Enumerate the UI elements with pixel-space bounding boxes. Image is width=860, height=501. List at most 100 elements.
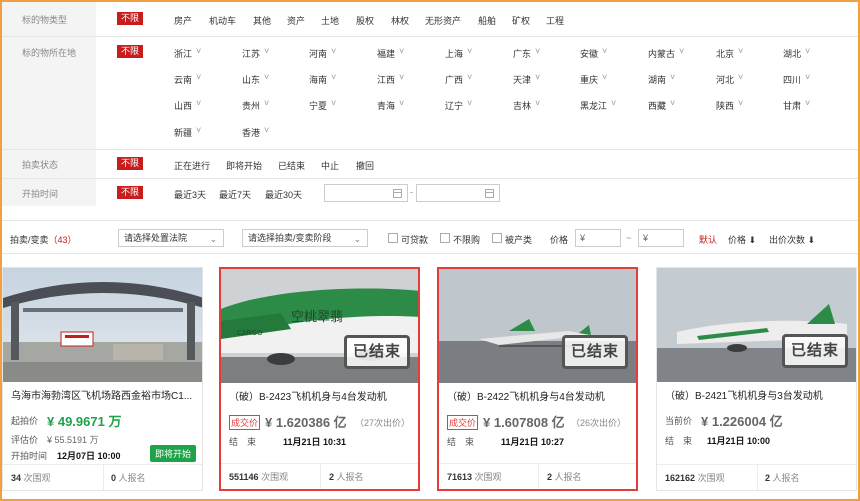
location-option[interactable]: 甘肃 xyxy=(783,99,801,112)
chevron-down-icon: ˅ xyxy=(196,46,202,56)
sort-bids[interactable]: 出价次数 ⬇ xyxy=(769,233,815,246)
filter-time-all[interactable]: 不限 xyxy=(117,186,144,199)
filter-status-option[interactable]: 即将开始 xyxy=(226,159,262,172)
chevron-down-icon: ˅ xyxy=(535,72,541,82)
location-option[interactable]: 湖北 xyxy=(783,47,801,60)
sort-price[interactable]: 价格 ⬇ xyxy=(728,233,756,246)
location-option[interactable]: 江西 xyxy=(377,73,395,86)
filter-type-option[interactable]: 无形资产 xyxy=(425,14,461,27)
item-photo: 已结束 xyxy=(657,268,856,382)
filter-time-option[interactable]: 最近7天 xyxy=(219,188,251,201)
location-option[interactable]: 香港 xyxy=(242,126,260,139)
card-title[interactable]: （破）B-2422飞机机身与4台发动机 xyxy=(447,388,633,403)
location-option[interactable]: 贵州 xyxy=(242,99,260,112)
location-option[interactable]: 河北 xyxy=(716,73,734,86)
location-option[interactable]: 河南 xyxy=(309,47,327,60)
location-option[interactable]: 内蒙古 xyxy=(648,47,675,60)
price-label: 成交价 xyxy=(229,415,261,430)
filter-type-option[interactable]: 资产 xyxy=(287,14,305,27)
location-option[interactable]: 青海 xyxy=(377,99,395,112)
location-option[interactable]: 云南 xyxy=(174,73,192,86)
filter-status-option[interactable]: 中止 xyxy=(321,159,339,172)
chevron-down-icon: ˅ xyxy=(670,98,676,108)
filter-status-option[interactable]: 已结束 xyxy=(278,159,305,172)
filter-type-option[interactable]: 股权 xyxy=(356,14,374,27)
chevron-down-icon: ⌄ xyxy=(209,234,217,244)
sort-default[interactable]: 默认 xyxy=(699,233,717,246)
sale-type-checkbox[interactable] xyxy=(492,233,502,243)
chevron-down-icon: ˅ xyxy=(196,72,202,82)
filter-time-option[interactable]: 最近30天 xyxy=(265,188,302,201)
calendar-icon xyxy=(393,189,402,198)
price-min-input[interactable]: ¥ xyxy=(575,229,621,247)
plane-tail-text: CARGO xyxy=(237,329,263,337)
signup-count: 2 人报名 xyxy=(547,472,582,482)
auction-card[interactable]: 乌海市海勃湾区飞机场路西金裕市场C1... 起拍价 ¥ 49.9671 万 评估… xyxy=(2,267,203,491)
court-select[interactable]: 请选择处置法院 ⌄ xyxy=(118,229,224,247)
card-footer: 34 次围观 0 人报名 xyxy=(3,464,202,490)
filter-type-option[interactable]: 船舶 xyxy=(478,14,496,27)
location-option[interactable]: 西藏 xyxy=(648,99,666,112)
auction-card[interactable]: 已结束 （破）B-2422飞机机身与4台发动机 成交价 ¥ 1.607808 亿… xyxy=(437,267,638,491)
chevron-down-icon: ˅ xyxy=(535,98,541,108)
signup-count: 2 人报名 xyxy=(329,472,364,482)
filter-type-all[interactable]: 不限 xyxy=(117,12,144,25)
price-max-input[interactable]: ¥ xyxy=(638,229,684,247)
filter-type-option[interactable]: 林权 xyxy=(391,14,409,27)
location-option[interactable]: 天津 xyxy=(513,73,531,86)
unlimited-checkbox[interactable] xyxy=(440,233,450,243)
start-date-input[interactable] xyxy=(324,184,408,202)
filter-type-option[interactable]: 工程 xyxy=(546,14,564,27)
card-title[interactable]: （破）B-2421飞机机身与3台发动机 xyxy=(665,387,851,402)
loan-checkbox[interactable] xyxy=(388,233,398,243)
location-option[interactable]: 宁夏 xyxy=(309,99,327,112)
stage-select[interactable]: 请选择拍卖/变卖阶段 ⌄ xyxy=(242,229,368,247)
location-option[interactable]: 上海 xyxy=(445,47,463,60)
chevron-down-icon: ˅ xyxy=(738,46,744,56)
chevron-down-icon: ˅ xyxy=(467,46,473,56)
location-option[interactable]: 黑龙江 xyxy=(580,99,607,112)
location-option[interactable]: 吉林 xyxy=(513,99,531,112)
filter-status-option[interactable]: 正在进行 xyxy=(174,159,210,172)
location-option[interactable]: 海南 xyxy=(309,73,327,86)
filter-type-option[interactable]: 房产 xyxy=(174,14,192,27)
end-date-input[interactable] xyxy=(416,184,500,202)
location-option[interactable]: 山东 xyxy=(242,73,260,86)
auction-card[interactable]: 已结束 （破）B-2421飞机机身与3台发动机 当前价 ¥ 1.226004 亿… xyxy=(656,267,857,491)
location-option[interactable]: 山西 xyxy=(174,99,192,112)
filter-status-option[interactable]: 撤回 xyxy=(356,159,374,172)
location-option[interactable]: 浙江 xyxy=(174,47,192,60)
item-photo: 空桃翠翡 CARGO 已结束 xyxy=(221,269,418,383)
filter-status-all[interactable]: 不限 xyxy=(117,157,144,170)
chevron-down-icon: ˅ xyxy=(264,72,270,82)
location-option[interactable]: 新疆 xyxy=(174,126,192,139)
location-option[interactable]: 四川 xyxy=(783,73,801,86)
location-option[interactable]: 安徽 xyxy=(580,47,598,60)
filter-type-option[interactable]: 机动车 xyxy=(209,14,236,27)
location-option[interactable]: 辽宁 xyxy=(445,99,463,112)
view-count: 551146 次围观 xyxy=(229,472,289,482)
location-option[interactable]: 福建 xyxy=(377,47,395,60)
location-option[interactable]: 陕西 xyxy=(716,99,734,112)
card-title[interactable]: 乌海市海勃湾区飞机场路西金裕市场C1... xyxy=(11,387,197,402)
filter-type-option[interactable]: 其他 xyxy=(253,14,271,27)
location-option[interactable]: 广东 xyxy=(513,47,531,60)
location-option[interactable]: 湖南 xyxy=(648,73,666,86)
filter-label-location: 标的物所在地 xyxy=(22,48,77,58)
card-title[interactable]: （破）B-2423飞机机身与4台发动机 xyxy=(229,388,415,403)
filter-type-option[interactable]: 土地 xyxy=(321,14,339,27)
chevron-down-icon: ˅ xyxy=(670,72,676,82)
location-option[interactable]: 广西 xyxy=(445,73,463,86)
chevron-down-icon: ˅ xyxy=(611,98,617,108)
eval-label: 评估价 xyxy=(11,435,39,445)
filter-time-option[interactable]: 最近3天 xyxy=(174,188,206,201)
location-option[interactable]: 重庆 xyxy=(580,73,598,86)
location-option[interactable]: 江苏 xyxy=(242,47,260,60)
time-label: 结 束 xyxy=(447,437,475,447)
sort-down-icon: ⬇ xyxy=(748,235,757,245)
filter-location-all[interactable]: 不限 xyxy=(117,45,144,58)
location-option[interactable]: 北京 xyxy=(716,47,734,60)
card-footer: 551146 次围观 2 人报名 xyxy=(221,463,418,489)
filter-type-option[interactable]: 矿权 xyxy=(512,14,530,27)
auction-card[interactable]: 空桃翠翡 CARGO 已结束 （破）B-2423飞机机身与4台发动机 成交价 ¥… xyxy=(219,267,420,491)
